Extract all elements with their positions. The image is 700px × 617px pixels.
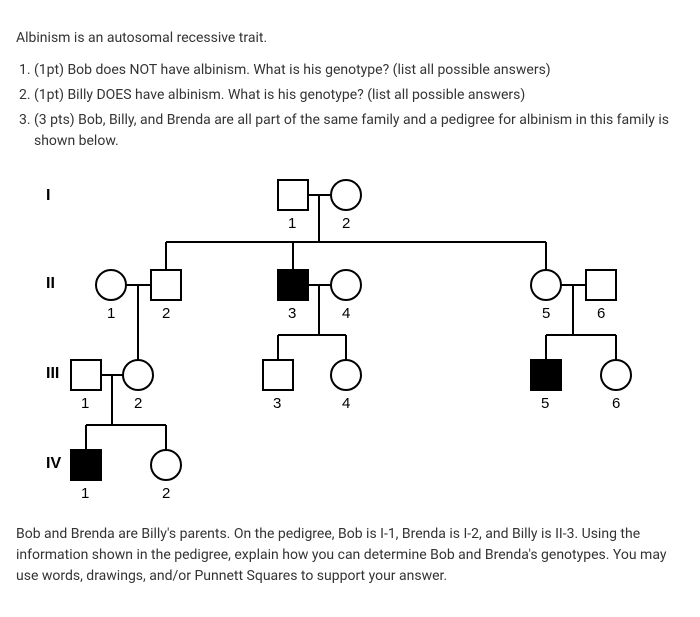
intro-text: Albinism is an autosomal recessive trait… [16,30,684,46]
gen-label-1: I [46,187,50,204]
footer-text: Bob and Brenda are Billy's parents. On t… [16,524,684,587]
ind-II5-circle-icon [531,270,561,300]
label-II2: 2 [162,305,170,322]
ind-II6-square-icon [586,270,616,300]
ind-IV1-square-filled-icon [71,450,101,480]
label-III2: 2 [134,395,142,412]
ind-III5-square-filled-icon [531,360,561,390]
label-I1: 1 [288,215,296,232]
gen-label-2: II [46,275,55,292]
question-3: (3 pts) Bob, Billy, and Brenda are all p… [34,110,684,152]
label-I2: 2 [342,215,350,232]
ind-III6-circle-icon [601,360,631,390]
ind-I2-circle-icon [331,180,361,210]
label-IV1: 1 [81,485,89,502]
label-III1: 1 [81,395,89,412]
label-III4: 4 [342,395,350,412]
gen-label-3: III [46,365,59,382]
label-II3: 3 [288,305,296,322]
label-II5: 5 [542,305,550,322]
label-II4: 4 [342,305,350,322]
ind-III3-square-icon [263,360,293,390]
ind-III1-square-icon [71,360,101,390]
label-III3: 3 [273,395,281,412]
ind-I1-square-icon [278,180,308,210]
label-IV2: 2 [162,485,170,502]
ind-IV2-circle-icon [151,450,181,480]
label-II6: 6 [597,305,605,322]
ind-III4-circle-icon [331,360,361,390]
label-III6: 6 [612,395,620,412]
ind-II2-square-icon [151,270,181,300]
question-1: (1pt) Bob does NOT have albinism. What i… [34,60,684,81]
ind-II4-circle-icon [331,270,361,300]
ind-II3-square-filled-icon [278,270,308,300]
label-II1: 1 [107,305,115,322]
ind-II1-circle-icon [96,270,126,300]
question-list: (1pt) Bob does NOT have albinism. What i… [34,60,684,152]
gen-label-4: IV [46,455,61,472]
question-2: (1pt) Billy DOES have albinism. What is … [34,85,684,106]
ind-III2-circle-icon [123,360,153,390]
pedigree-diagram: I II III IV 1 2 1 2 3 4 5 6 1 2 [16,170,684,510]
label-III5: 5 [541,395,549,412]
